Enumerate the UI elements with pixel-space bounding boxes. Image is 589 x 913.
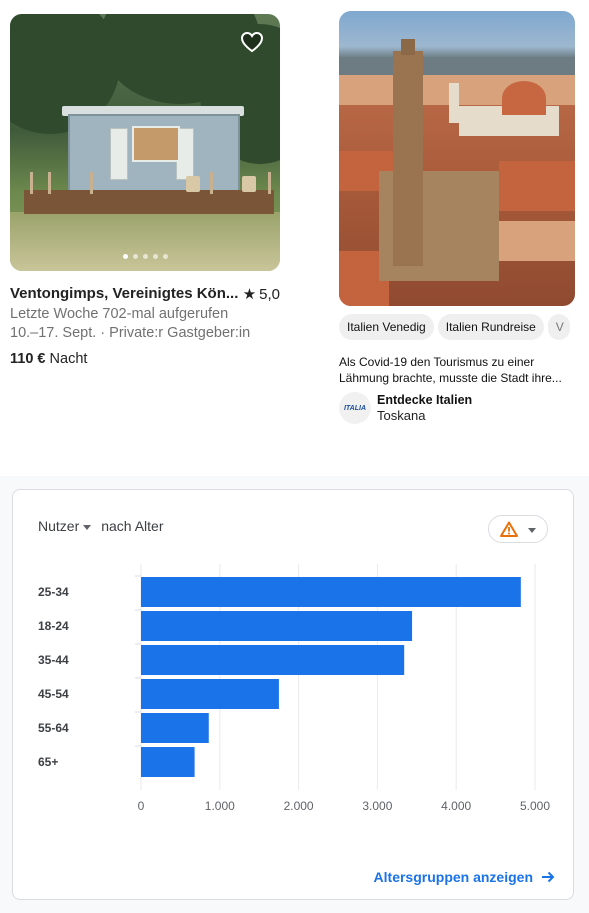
chevron-right-icon[interactable]: › bbox=[574, 320, 575, 335]
pin-author[interactable]: ITALIA Entdecke Italien Toskana bbox=[339, 392, 575, 424]
pagination-dot[interactable] bbox=[152, 254, 158, 259]
roofs-shape bbox=[499, 161, 575, 211]
bar bbox=[141, 713, 209, 743]
x-tick-label: 5.000 bbox=[520, 799, 550, 813]
pagination-dot[interactable] bbox=[122, 254, 128, 259]
photo-pagination[interactable] bbox=[10, 254, 280, 259]
arrow-right-icon bbox=[542, 871, 555, 883]
chair-shape bbox=[242, 176, 256, 192]
chip-partial[interactable]: V bbox=[547, 314, 570, 340]
x-tick-label: 4.000 bbox=[441, 799, 471, 813]
listing-views: Letzte Woche 702-mal aufgerufen bbox=[10, 306, 229, 322]
chip-row: Italien Venedig Italien Rundreise V › bbox=[339, 314, 575, 340]
listing-price: 110 € Nacht bbox=[10, 351, 280, 367]
bar bbox=[141, 611, 413, 641]
rating-value: 5,0 bbox=[259, 285, 280, 303]
rail-post bbox=[268, 172, 271, 194]
age-groups-link[interactable]: Altersgruppen anzeigen bbox=[374, 869, 555, 885]
price-amount: 110 € bbox=[10, 351, 46, 367]
tower-shape bbox=[393, 51, 423, 266]
age-bar-chart: 0 1.000 2.000 3.000 4.000 5.000 25-34 18-24 35-4… bbox=[38, 564, 550, 813]
hut-window bbox=[132, 126, 180, 162]
x-tick-label: 0 bbox=[138, 799, 145, 813]
y-tick-label: 35-44 bbox=[38, 653, 69, 667]
listing-title[interactable]: Ventongimps, Vereinigtes Kön... bbox=[10, 285, 240, 303]
dome-shape bbox=[502, 81, 546, 115]
roofs-shape bbox=[489, 221, 575, 261]
pagination-dot[interactable] bbox=[132, 254, 138, 259]
bar bbox=[141, 577, 521, 607]
rail-post bbox=[210, 172, 213, 194]
bar bbox=[141, 679, 279, 709]
y-tick-label: 55-64 bbox=[38, 721, 69, 735]
bar bbox=[141, 645, 405, 675]
author-logo[interactable]: ITALIA bbox=[339, 392, 371, 424]
author-logo-text: ITALIA bbox=[343, 404, 367, 412]
listing-photo[interactable] bbox=[10, 14, 280, 271]
x-tick-label: 3.000 bbox=[362, 799, 392, 813]
hut-door bbox=[110, 128, 128, 180]
author-subtitle: Toskana bbox=[377, 408, 426, 423]
rail-post bbox=[90, 172, 93, 194]
heart-icon[interactable] bbox=[238, 28, 266, 56]
pagination-dot[interactable] bbox=[142, 254, 148, 259]
rating: ★ 5,0 bbox=[242, 285, 280, 304]
listing-card[interactable]: Ventongimps, Vereinigtes Kön... ★ 5,0 Le… bbox=[10, 14, 280, 367]
campanile-shape bbox=[449, 83, 459, 123]
chip-italien-rundreise[interactable]: Italien Rundreise bbox=[437, 314, 544, 340]
mountains-shape bbox=[339, 57, 575, 75]
pagination-dot[interactable] bbox=[162, 254, 168, 259]
deck-shape bbox=[24, 190, 274, 214]
author-name[interactable]: Entdecke Italien bbox=[377, 393, 472, 407]
grass-shape bbox=[10, 212, 280, 271]
chip-italien-venedig[interactable]: Italien Venedig bbox=[339, 314, 434, 340]
pin-card[interactable]: Italien Venedig Italien Rundreise V › Al… bbox=[339, 11, 575, 424]
rail-post bbox=[48, 172, 51, 194]
tower-top-shape bbox=[401, 39, 415, 55]
x-tick-label: 1.000 bbox=[205, 799, 235, 813]
y-tick-label: 18-24 bbox=[38, 619, 69, 633]
y-tick-label: 25-34 bbox=[38, 585, 69, 599]
star-icon: ★ bbox=[242, 286, 257, 303]
pin-description[interactable]: Als Covid-19 den Tourismus zu einer Lähm… bbox=[339, 354, 569, 386]
pin-photo[interactable] bbox=[339, 11, 575, 306]
age-groups-link-label: Altersgruppen anzeigen bbox=[373, 869, 533, 885]
y-tick-label: 45-54 bbox=[38, 687, 69, 701]
chair-shape bbox=[186, 176, 200, 192]
y-tick-label: 65+ bbox=[38, 755, 58, 769]
price-unit: Nacht bbox=[49, 351, 88, 367]
listing-dates-host: 10.–17. Sept. · Private:r Gastgeber:in bbox=[10, 325, 251, 341]
rail-post bbox=[30, 172, 33, 194]
analytics-card: Nutzer nach Alter 0 1.000 2.000 3.000 4.000 5… bbox=[12, 489, 574, 900]
bar bbox=[141, 747, 195, 777]
x-tick-label: 2.000 bbox=[284, 799, 314, 813]
